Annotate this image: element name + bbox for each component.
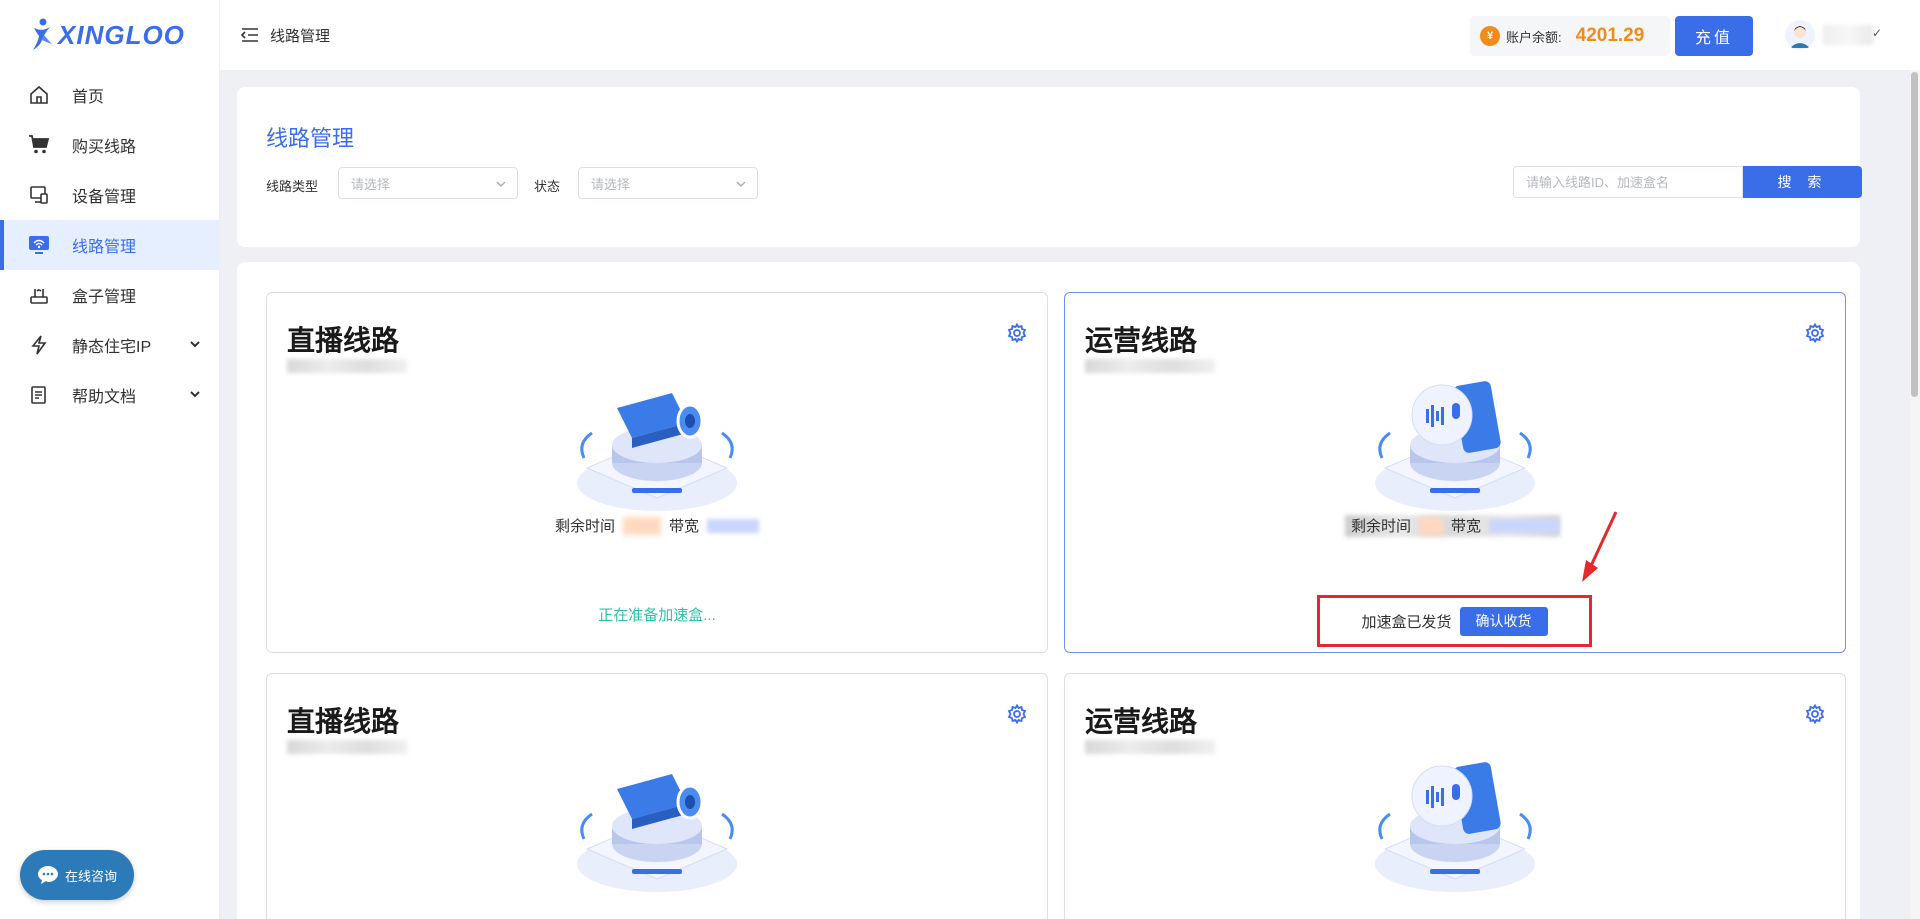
bandwidth-label: 带宽 [669,518,700,535]
line-card[interactable]: 直播线路 [266,673,1048,919]
line-type-label: 线路类型 [266,179,319,194]
preparing-status: 正在准备加速盒... [598,607,716,624]
monitor-icon [28,234,50,256]
coin-icon: ¥ [1480,26,1500,46]
user-dropdown-caret-icon[interactable]: ✓ [1872,26,1882,40]
line-info-row: 剩余时间 带宽 [1065,515,1845,536]
bandwidth-redacted [1489,518,1560,533]
sidebar-item-label: 盒子管理 [72,289,137,306]
line-type-placeholder: 请选择 [351,176,391,192]
sidebar-item-label: 购买线路 [72,139,137,156]
shipment-status-highlight: 加速盒已发货 确认收货 [1317,595,1592,647]
card-title: 运营线路 [1085,325,1198,356]
gear-icon[interactable] [1007,703,1027,729]
balance-value: 4201.29 [1575,25,1645,46]
gear-icon[interactable] [1805,322,1825,348]
menu-toggle-button[interactable] [240,25,260,45]
status-placeholder: 请选择 [591,176,631,192]
sidebar-item-home[interactable]: 首页 [0,70,219,120]
search-input[interactable] [1513,166,1743,198]
device-icon [28,184,50,206]
sidebar-item-label: 帮助文档 [72,389,137,406]
gear-icon[interactable] [1007,322,1027,348]
status-label: 状态 [534,179,561,194]
card-title: 运营线路 [1085,706,1198,737]
sidebar-item-label: 线路管理 [72,239,137,256]
line-card[interactable]: 直播线路 剩余时间 带宽 正在准备加速盒... [266,292,1048,653]
card-id-redacted [1085,359,1215,373]
document-icon [28,384,50,406]
sidebar-item-line-management[interactable]: 线路管理 [0,220,219,270]
sidebar-item-label: 首页 [72,89,105,106]
router-icon [28,284,50,306]
bandwidth-redacted [707,518,760,533]
sidebar-item-label: 静态住宅IP [72,339,152,356]
sidebar-item-help-docs[interactable]: 帮助文档 [0,370,219,420]
avatar[interactable] [1785,20,1815,50]
filter-panel: 线路管理 线路类型 请选择 状态 请选择 搜 索 [237,87,1862,247]
logo-icon [33,18,52,50]
remaining-time-label: 剩余时间 [554,518,615,535]
brand-name: XINGLOO [58,19,185,50]
phone-voice-illustration [1375,762,1535,892]
line-card[interactable]: 运营线路 [1064,673,1846,919]
card-id-redacted [1085,740,1215,754]
card-title: 直播线路 [287,706,400,737]
page-scrollbar-thumb[interactable] [1911,72,1918,397]
username-redacted[interactable] [1823,25,1873,45]
cart-icon [28,134,50,156]
sidebar-item-devices[interactable]: 设备管理 [0,170,219,220]
line-card[interactable]: 运营线路 剩余时间 带宽 加速盒已发货 确认收货 [1064,292,1846,653]
header-title: 线路管理 [270,27,331,45]
bandwidth-label: 带宽 [1451,518,1482,535]
chevron-down-icon [189,337,201,355]
sidebar-item-static-ip[interactable]: 静态住宅IP [0,320,219,370]
sidebar-item-label: 设备管理 [72,189,137,206]
line-type-select[interactable]: 请选择 [338,167,518,199]
sidebar: XINGLOO 首页 购买线路 设备管理 线路管理 盒子管理 静态住宅IP 帮助… [0,0,220,919]
confirm-receipt-button[interactable]: 确认收货 [1459,606,1548,636]
card-id-redacted [287,740,407,754]
camera-illustration [577,774,737,892]
gear-icon[interactable] [1805,703,1825,729]
chat-bubble-icon [37,866,58,884]
shipment-status-text: 加速盒已发货 [1361,613,1452,631]
lightning-icon [28,334,50,356]
menu-fold-icon [241,28,258,42]
recharge-button[interactable]: 充值 [1675,16,1753,56]
status-select[interactable]: 请选择 [578,167,758,199]
phone-voice-illustration [1375,381,1535,511]
sidebar-item-box-management[interactable]: 盒子管理 [0,270,219,320]
brand-logo[interactable]: XINGLOO [0,0,219,70]
sidebar-item-buy-lines[interactable]: 购买线路 [0,120,219,170]
account-balance: ¥ 账户余额: 4201.29 [1470,16,1670,56]
red-annotation-arrow-icon [1582,511,1618,582]
remaining-time-redacted [623,516,661,535]
card-title: 直播线路 [287,325,400,356]
balance-label: 账户余额: [1506,29,1562,45]
page-title: 线路管理 [266,126,355,151]
camera-illustration [577,393,737,511]
line-info-row: 剩余时间 带宽 [267,515,1047,536]
card-id-redacted [287,359,407,373]
top-header: 线路管理 ¥ 账户余额: 4201.29 充值 ✓ [220,0,1920,70]
online-consult-button[interactable]: 在线咨询 [20,850,134,900]
home-icon [28,84,50,106]
chevron-down-icon [495,178,507,193]
line-cards-panel: 直播线路 剩余时间 带宽 正在准备加速盒... 运营线路 剩余时间 带宽 加速盒… [237,262,1860,919]
chevron-down-icon [189,387,201,405]
remaining-time-label: 剩余时间 [1350,518,1411,535]
chevron-down-icon [735,178,747,193]
remaining-time-redacted [1419,516,1443,535]
search-button[interactable]: 搜 索 [1743,166,1862,198]
online-consult-label: 在线咨询 [64,868,117,884]
